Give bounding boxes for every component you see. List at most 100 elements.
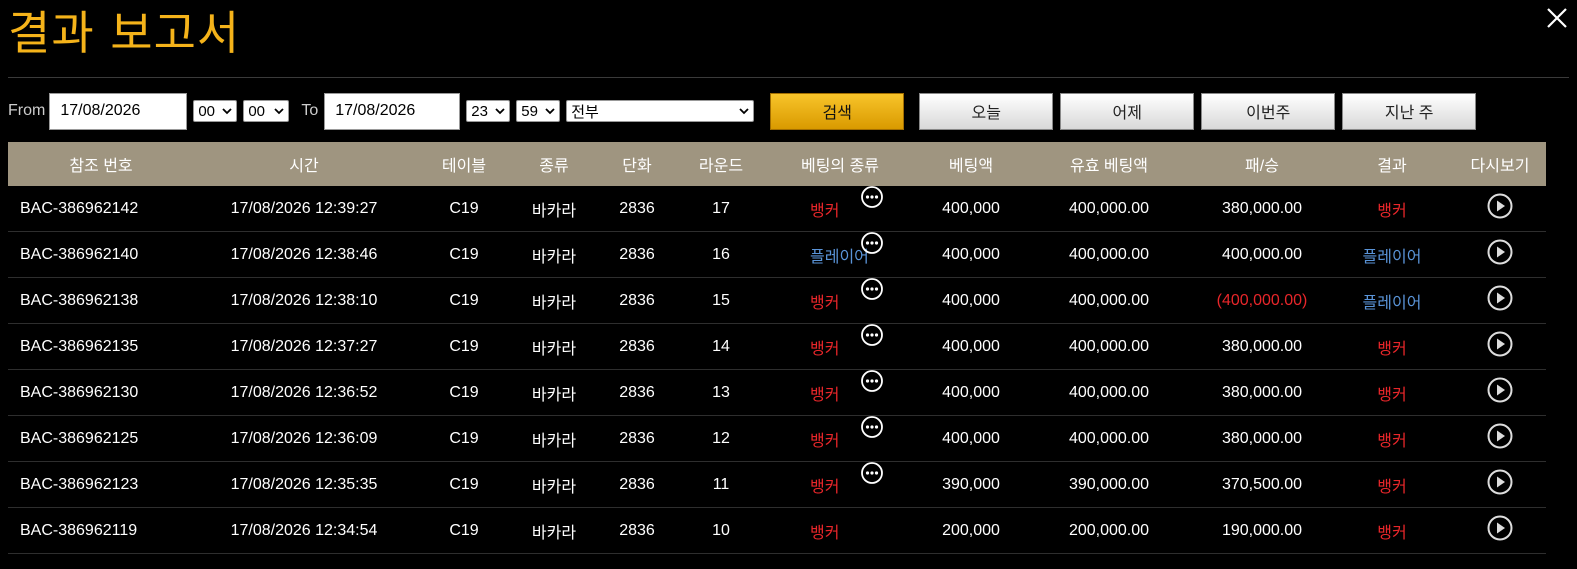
play-circle-icon[interactable] [1486,468,1514,496]
play-circle-icon[interactable] [1486,238,1514,266]
to-minute-select[interactable]: 59 [516,100,561,122]
ref-cell: BAC-386962119 [20,521,138,539]
table-row: BAC-386962125 17/08/2026 12:36:09 C19 바카라 28… [8,415,1546,462]
chevron-down-icon [274,108,284,115]
ref-cell: BAC-386962142 [20,199,139,217]
close-icon [1547,8,1567,28]
from-hour-select[interactable]: 00 [193,100,238,122]
table-cell: C19 [449,383,479,401]
yesterday-button[interactable]: 어제 [1060,92,1195,130]
shoe-cell: 2836 [619,291,655,309]
this-week-button[interactable]: 이번주 [1201,92,1336,130]
last-week-button[interactable]: 지난 주 [1342,92,1477,130]
ref-cell: BAC-386962138 [20,291,139,309]
more-options-icon[interactable] [860,231,884,255]
play-circle-icon[interactable] [1486,376,1514,404]
play-circle-icon[interactable] [1486,422,1514,450]
win-loss-cell: (400,000.00) [1216,291,1308,309]
ref-cell: BAC-386962140 [20,245,139,263]
result-cell: 뱅커 [1377,386,1407,404]
play-circle-icon[interactable] [1486,192,1514,220]
valid-bet-cell: 400,000.00 [1068,291,1150,309]
ref-cell: BAC-386962123 [20,475,139,493]
table-cell: C19 [449,245,479,263]
round-cell: 10 [712,521,730,539]
play-circle-icon[interactable] [1486,330,1514,358]
result-cell: 뱅커 [1377,524,1407,542]
page-title: 결과 보고서 [8,6,241,60]
bet-type-cell: 뱅커 [762,323,918,359]
bet-cell: 200,000 [942,521,1000,539]
more-options-icon[interactable] [860,461,884,485]
replay-cell [1454,330,1546,363]
table-body: BAC-386962142 17/08/2026 12:39:27 C19 바카라 28… [8,185,1546,554]
title-divider [8,77,1569,78]
col-header-bet: 베팅액 [948,158,994,175]
table-row: BAC-386962140 17/08/2026 12:38:46 C19 바카라 28… [8,231,1546,278]
search-button[interactable]: 검색 [770,92,905,130]
win-loss-cell: 380,000.00 [1221,429,1303,447]
bet-type-label: 뱅커 [810,524,840,542]
valid-bet-cell: 400,000.00 [1068,245,1150,263]
time-cell: 17/08/2026 12:36:52 [230,383,378,401]
game-cell: 바카라 [531,386,577,404]
round-cell: 14 [712,337,730,355]
from-date-input[interactable]: 17/08/2026 [49,92,188,130]
chevron-down-icon [495,108,505,115]
time-cell: 17/08/2026 12:37:27 [230,337,378,355]
table-cell: C19 [449,291,479,309]
replay-cell [1454,468,1546,501]
result-cell: 플레이어 [1362,294,1422,312]
bet-type-cell: 뱅커 [762,519,918,543]
play-circle-icon[interactable] [1486,514,1514,542]
win-loss-cell: 190,000.00 [1221,521,1303,539]
table-cell: C19 [449,337,479,355]
bet-type-cell: 뱅커 [762,277,918,313]
col-header-replay: 다시보기 [1470,158,1530,175]
ref-cell: BAC-386962130 [20,383,139,401]
win-loss-cell: 370,500.00 [1221,475,1303,493]
to-hour-select[interactable]: 23 [466,100,511,122]
from-minute-select[interactable]: 00 [243,100,290,122]
game-cell: 바카라 [531,340,577,358]
shoe-cell: 2836 [619,521,655,539]
bet-type-cell: 뱅커 [762,461,918,497]
today-button[interactable]: 오늘 [919,92,1054,130]
more-options-icon[interactable] [860,415,884,439]
shoe-cell: 2836 [619,199,655,217]
col-header-table: 테이블 [441,158,487,175]
game-type-select[interactable]: 전부 [566,100,755,122]
table-row: BAC-386962119 17/08/2026 12:34:54 C19 바카라 28… [8,508,1546,554]
chevron-down-icon [739,108,749,115]
close-button[interactable] [1545,6,1569,34]
more-options-icon[interactable] [860,277,884,301]
win-loss-cell: 380,000.00 [1221,383,1303,401]
replay-cell [1454,422,1546,455]
col-header-time: 시간 [289,158,319,175]
table-cell: C19 [449,429,479,447]
shoe-cell: 2836 [619,429,655,447]
to-minute-value: 59 [521,102,538,120]
replay-cell [1454,284,1546,317]
bet-cell: 400,000 [942,337,1000,355]
play-circle-icon[interactable] [1486,284,1514,312]
col-header-valid-bet: 유효 베팅액 [1069,158,1149,175]
result-cell: 뱅커 [1377,478,1407,496]
replay-cell [1454,514,1546,547]
valid-bet-cell: 400,000.00 [1068,383,1150,401]
to-date-input[interactable]: 17/08/2026 [324,92,461,130]
bet-cell: 390,000 [942,475,1000,493]
more-options-icon[interactable] [860,323,884,347]
game-cell: 바카라 [531,432,577,450]
replay-cell [1454,238,1546,271]
table-cell: C19 [449,521,479,539]
col-header-round: 라운드 [698,158,744,175]
more-options-icon[interactable] [860,185,884,209]
bet-type-cell: 플레이어 [762,231,918,267]
bet-cell: 400,000 [942,199,1000,217]
shoe-cell: 2836 [619,337,655,355]
results-table: 참조 번호 시간 테이블 종류 단화 라운드 베팅의 종류 베팅액 유효 베팅액… [8,142,1546,554]
col-header-win-loss: 패/승 [1245,158,1279,175]
valid-bet-cell: 390,000.00 [1068,475,1150,493]
more-options-icon[interactable] [860,369,884,393]
